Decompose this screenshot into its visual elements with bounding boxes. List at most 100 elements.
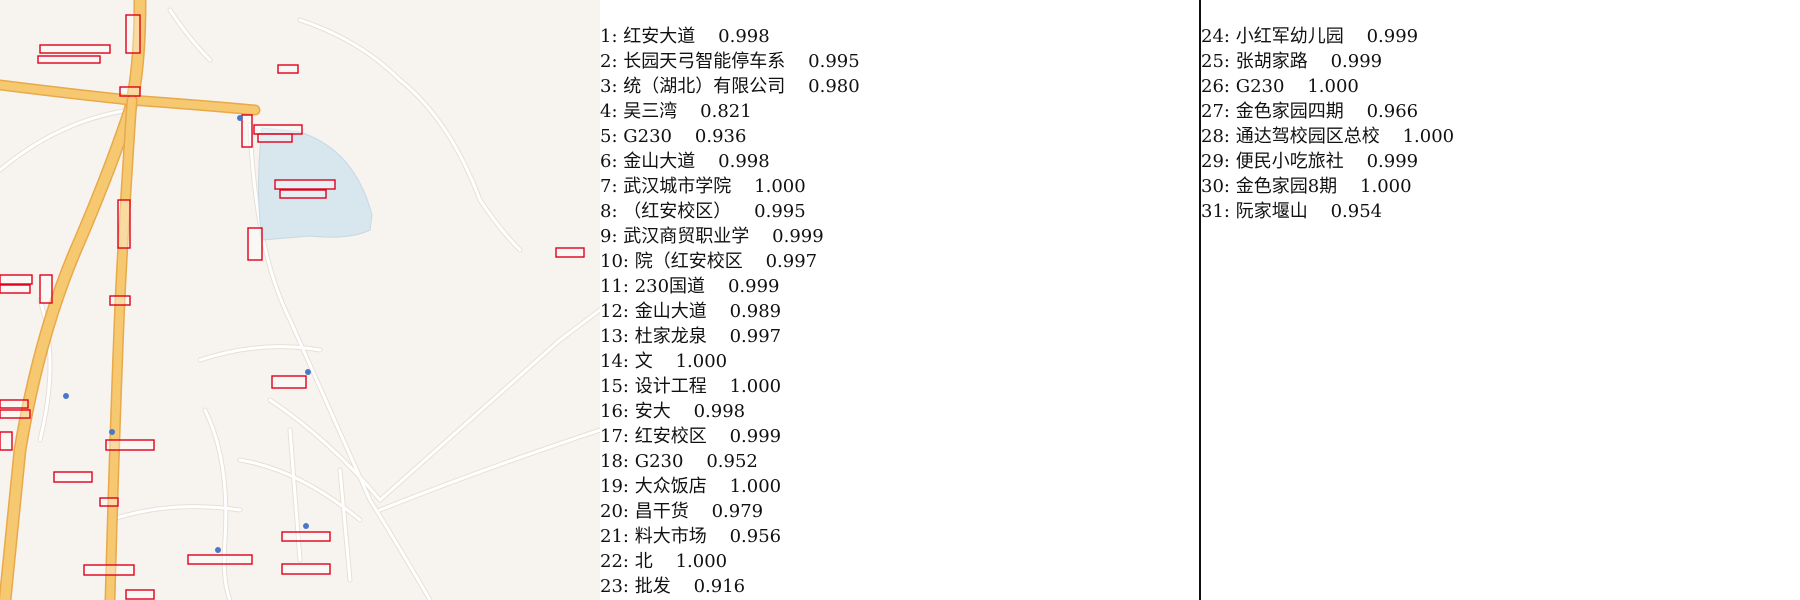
result-index: 11 [600, 276, 623, 297]
map-panel[interactable] [0, 0, 600, 600]
detection-box [109, 295, 131, 306]
result-separator: : [622, 426, 635, 447]
result-score: 1.000 [675, 551, 728, 572]
ocr-result-line: 10: 院（红安校区 0.997 [600, 249, 860, 274]
ocr-result-line: 2: 长园天弓智能停车系 0.995 [600, 49, 860, 74]
ocr-result-line: 7: 武汉城市学院 1.000 [600, 174, 860, 199]
result-gap [695, 151, 718, 172]
result-separator: : [1223, 201, 1236, 222]
result-text: 料大市场 [634, 526, 707, 547]
result-gap [705, 276, 728, 297]
result-text: 阮家堰山 [1235, 201, 1308, 222]
ocr-result-line: 20: 昌干货 0.979 [600, 499, 860, 524]
poi-marker-icon[interactable] [303, 523, 309, 529]
result-separator: : [1223, 176, 1236, 197]
result-score: 0.999 [729, 426, 782, 447]
result-score: 0.956 [729, 526, 782, 547]
result-index: 18 [600, 451, 623, 472]
ocr-result-line: 8: （红安校区） 0.995 [600, 199, 860, 224]
map-canvas[interactable] [0, 0, 600, 600]
result-gap [1344, 26, 1367, 47]
result-separator: : [611, 201, 624, 222]
poi-marker-icon[interactable] [237, 115, 243, 121]
result-score: 1.000 [729, 376, 782, 397]
result-separator: : [611, 226, 624, 247]
result-gap [785, 76, 808, 97]
result-score: 1.000 [1360, 176, 1412, 197]
poi-marker-icon[interactable] [63, 393, 69, 399]
result-index: 24 [1201, 26, 1224, 47]
result-text: 武汉商贸职业学 [623, 226, 750, 247]
detection-box [39, 44, 111, 54]
result-index: 20 [600, 501, 623, 522]
detection-box [37, 55, 101, 64]
result-index: 1 [600, 26, 612, 47]
poi-marker-icon[interactable] [215, 547, 221, 553]
result-gap [671, 401, 694, 422]
detection-box [125, 14, 141, 54]
result-text: 长园天弓智能停车系 [623, 51, 786, 72]
result-index: 31 [1201, 201, 1224, 222]
ocr-results-column-right: 24: 小红军幼儿园 0.999 25: 张胡家路 0.999 26: G230 1… [1201, 0, 1800, 600]
detection-box [125, 589, 155, 600]
detection-box [241, 114, 253, 148]
result-score: 0.966 [1366, 101, 1419, 122]
poi-marker-icon[interactable] [109, 429, 115, 435]
result-separator: : [611, 101, 624, 122]
result-index: 21 [600, 526, 623, 547]
result-text: 230国道 [634, 276, 706, 297]
detection-box [105, 439, 155, 451]
result-separator: : [611, 76, 624, 97]
ocr-result-line: 11: 230国道 0.999 [600, 274, 860, 299]
detection-box [187, 554, 253, 565]
result-gap [677, 101, 700, 122]
result-separator: : [622, 401, 635, 422]
result-gap [707, 301, 730, 322]
result-score: 0.998 [718, 151, 770, 172]
result-text: 金色家园四期 [1235, 101, 1344, 122]
result-score: 0.997 [765, 251, 818, 272]
result-index: 13 [600, 326, 623, 347]
ocr-result-line: 16: 安大 0.998 [600, 399, 860, 424]
detection-box [279, 189, 327, 199]
result-score: 1.000 [1402, 126, 1455, 147]
result-index: 2 [600, 51, 612, 72]
result-text: 大众饭店 [634, 476, 707, 497]
result-index: 14 [600, 351, 623, 372]
result-index: 7 [600, 176, 612, 197]
result-gap [785, 51, 808, 72]
result-gap [731, 201, 754, 222]
result-score: 0.979 [711, 501, 764, 522]
ocr-result-line: 30: 金色家园8期 1.000 [1201, 174, 1454, 199]
detection-box [119, 86, 141, 97]
result-gap [743, 251, 766, 272]
ocr-result-line: 15: 设计工程 1.000 [600, 374, 860, 399]
result-score: 1.000 [729, 476, 782, 497]
result-index: 26 [1201, 76, 1224, 97]
result-score: 1.000 [754, 176, 806, 197]
ocr-result-line: 4: 吴三湾 0.821 [600, 99, 860, 124]
result-gap [1380, 126, 1403, 147]
ocr-result-line: 21: 料大市场 0.956 [600, 524, 860, 549]
detection-box [247, 227, 263, 261]
result-index: 30 [1201, 176, 1224, 197]
detection-box [117, 199, 131, 249]
ocr-results-list-left: 1: 红安大道 0.998 2: 长园天弓智能停车系 0.995 3: 统（湖北）有… [600, 24, 860, 599]
poi-marker-icon[interactable] [305, 369, 311, 375]
result-separator: : [622, 351, 635, 372]
result-index: 29 [1201, 151, 1224, 172]
result-separator: : [611, 26, 624, 47]
result-score: 0.995 [808, 51, 860, 72]
result-score: 0.954 [1330, 201, 1383, 222]
result-separator: : [622, 251, 635, 272]
result-gap [1344, 101, 1367, 122]
result-separator: : [622, 476, 635, 497]
result-score: 0.995 [754, 201, 806, 222]
result-score: 0.998 [718, 26, 770, 47]
ocr-result-line: 27: 金色家园四期 0.966 [1201, 99, 1454, 124]
result-gap [1308, 51, 1331, 72]
result-separator: : [622, 451, 635, 472]
ocr-result-line: 25: 张胡家路 0.999 [1201, 49, 1454, 74]
result-text: G230 [1235, 76, 1285, 97]
result-text: 通达驾校园区总校 [1235, 126, 1380, 147]
